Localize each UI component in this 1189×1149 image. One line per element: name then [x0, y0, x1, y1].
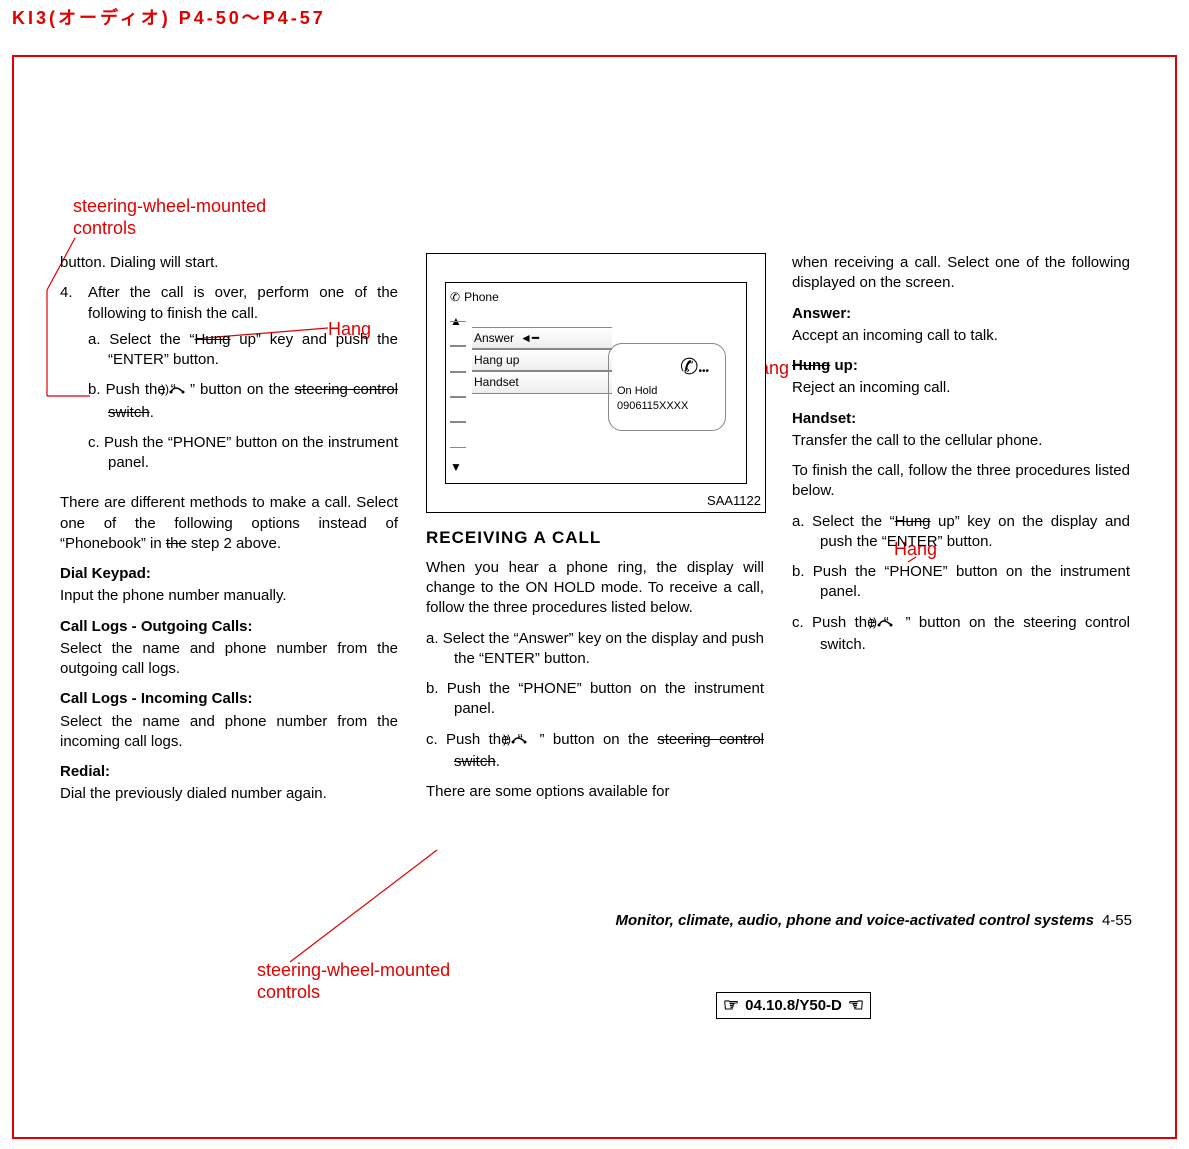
annotation-steering-top: steering-wheel-mounted controls: [73, 196, 266, 239]
redial-heading: Redial:: [60, 762, 398, 782]
redial-body: Dial the previously dialed number again.: [60, 784, 398, 804]
screen-sidebar-ticks: [450, 321, 466, 467]
figure-phone-screen: ✆ Phone ▲ ▼ Answer◄━ Hang up Handset ✆••…: [426, 253, 766, 513]
col3-finish-intro: To finish the call, follow the three pro…: [792, 461, 1130, 502]
screen-title: ✆ Phone: [450, 289, 499, 305]
screen-row-answer: Answer◄━: [472, 327, 612, 349]
footer-section-title: Monitor, climate, audio, phone and voice…: [616, 912, 1094, 929]
col3-a: a. Select the “Hung up” key on the dis­p…: [792, 512, 1130, 553]
svg-text:)): )): [161, 382, 169, 396]
outgoing-heading: Call Logs - Outgoing Calls:: [60, 617, 398, 637]
hand-left-icon: ☜: [848, 995, 864, 1016]
screen-menu: Answer◄━ Hang up Handset: [472, 327, 612, 394]
col3-b: b. Push the “PHONE” button on the in­str…: [792, 562, 1130, 603]
strike-hung3: Hung: [895, 513, 931, 530]
phone-small-icon: ✆: [450, 289, 460, 305]
hand-right-icon: ☞: [723, 995, 739, 1016]
hold-number: 0906115XXXX: [617, 399, 725, 414]
document-header: KI3(オーディオ) P4-50～P4-57: [12, 4, 326, 30]
hungup-heading: Hung up:: [792, 356, 1130, 376]
hold-label: On Hold: [617, 384, 725, 399]
handset-body: Transfer the call to the cellular phone.: [792, 431, 1130, 451]
col3-p1: when receiving a call. Select one of the…: [792, 253, 1130, 294]
page-footer: Monitor, climate, audio, phone and voice…: [60, 912, 1132, 929]
screen-row-hangup: Hang up: [472, 349, 612, 371]
strike-hung1: Hung: [195, 331, 231, 348]
col1-methods-intro: There are different methods to make a ca…: [60, 493, 398, 554]
scroll-down-icon: ▼: [450, 459, 462, 475]
col3-c: c. Push the “ )) ” button on the steerin…: [792, 613, 1130, 656]
strike-hung2: Hung: [792, 357, 830, 374]
figure-label: SAA1122: [707, 492, 761, 510]
screen-row-handset: Handset: [472, 371, 612, 393]
content-columns: button. Dialing will start. 4. After the…: [60, 253, 1132, 815]
svg-text:)): )): [503, 732, 511, 746]
column-2: ✆ Phone ▲ ▼ Answer◄━ Hang up Handset ✆••…: [426, 253, 764, 815]
col1-step4-sub: a. Select the “Hung up” key and push the…: [88, 330, 398, 474]
col1-a: a. Select the “Hung up” key and push the…: [88, 330, 398, 371]
handset-icon: ✆•••: [680, 352, 709, 382]
col1-c: c. Push the “PHONE” button on the in­str…: [88, 433, 398, 474]
incoming-body: Select the name and phone number from th…: [60, 712, 398, 753]
dial-keypad-heading: Dial Keypad:: [60, 564, 398, 584]
revision-text: 04.10.8/Y50-D: [745, 997, 842, 1014]
col2-p1: When you hear a phone ring, the display …: [426, 558, 764, 619]
column-1: button. Dialing will start. 4. After the…: [60, 253, 398, 815]
answer-heading: Answer:: [792, 304, 1130, 324]
col1-intro: button. Dialing will start.: [60, 253, 398, 273]
screen-inner: ✆ Phone ▲ ▼ Answer◄━ Hang up Handset ✆••…: [445, 282, 747, 484]
revision-box: ☞ 04.10.8/Y50-D ☜: [716, 992, 871, 1019]
col2-c: c. Push the “ )) ” button on the steerin…: [426, 730, 764, 773]
col1-b: b. Push the “ )) ” button on the steerin…: [88, 380, 398, 423]
column-3: when receiving a call. Select one of the…: [792, 253, 1130, 815]
step4-text: After the call is over, perform one of t…: [88, 284, 398, 321]
col2-a: a. Select the “Answer” key on the dis­pl…: [426, 629, 764, 670]
svg-text:)): )): [869, 615, 877, 629]
footer-page-number: 4-55: [1102, 912, 1132, 929]
col2-b: b. Push the “PHONE” button on the in­str…: [426, 679, 764, 720]
outgoing-body: Select the name and phone number from th…: [60, 639, 398, 680]
col2-p2: There are some options available for: [426, 782, 764, 802]
receiving-call-heading: RECEIVING A CALL: [426, 527, 764, 550]
annotation-steering-bottom: steering-wheel-mounted controls: [257, 960, 450, 1003]
col2-list: a. Select the “Answer” key on the dis­pl…: [426, 629, 764, 773]
answer-body: Accept an incoming call to talk.: [792, 326, 1130, 346]
strike-the: the: [166, 535, 187, 552]
handset-heading: Handset:: [792, 409, 1130, 429]
col3-list: a. Select the “Hung up” key on the dis­p…: [792, 512, 1130, 656]
hungup-body: Reject an incoming call.: [792, 378, 1130, 398]
step4-number: 4.: [60, 283, 78, 483]
screen-hold-panel: ✆••• On Hold 0906115XXXX: [608, 343, 726, 431]
arrow-left-icon: ◄━: [520, 330, 539, 346]
col1-step4: 4. After the call is over, perform one o…: [60, 283, 398, 483]
page-root: KI3(オーディオ) P4-50～P4-57 steering-wheel-mo…: [0, 0, 1189, 1149]
dial-keypad-body: Input the phone number manually.: [60, 586, 398, 606]
incoming-heading: Call Logs - Incoming Calls:: [60, 689, 398, 709]
